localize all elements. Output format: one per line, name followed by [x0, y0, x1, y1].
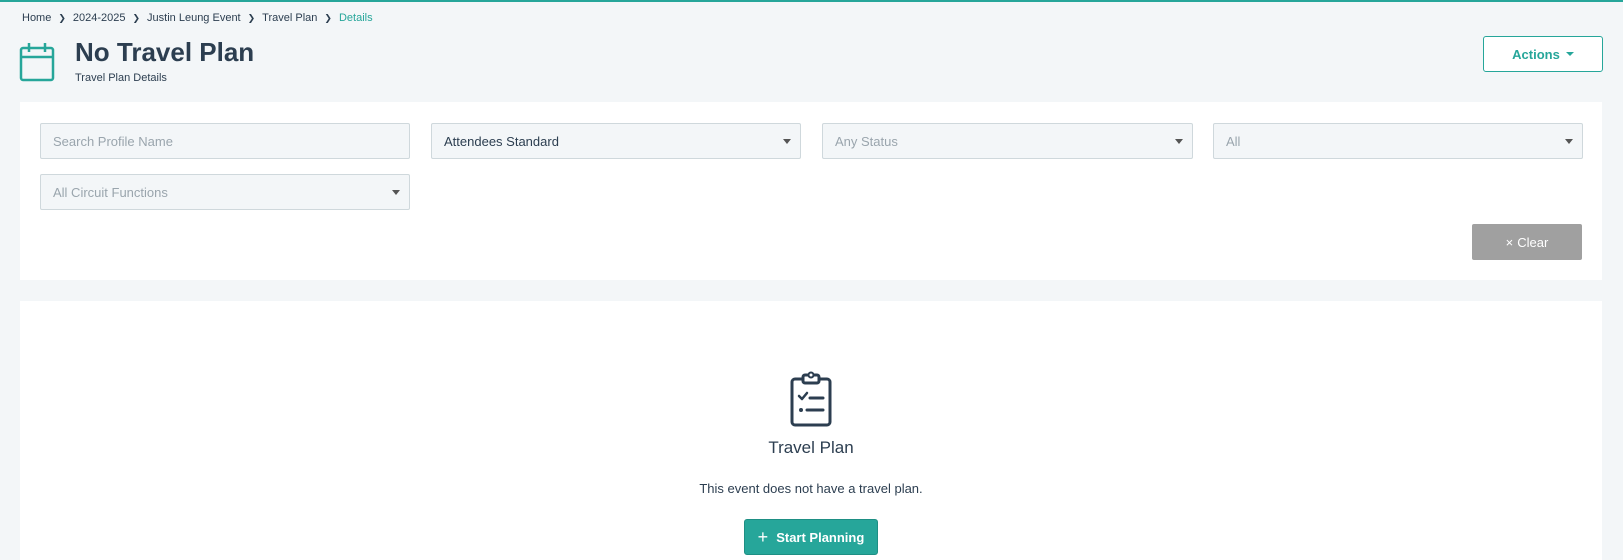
- scope-select[interactable]: All: [1213, 123, 1583, 159]
- start-planning-button[interactable]: + Start Planning: [744, 519, 878, 555]
- close-icon: ×: [1505, 234, 1514, 250]
- breadcrumb: Home ❯ 2024-2025 ❯ Justin Leung Event ❯ …: [22, 12, 373, 24]
- empty-state-title: Travel Plan: [768, 438, 854, 457]
- attendee-type-select[interactable]: Attendees Standard: [431, 123, 801, 159]
- breadcrumb-travel-plan[interactable]: Travel Plan: [262, 12, 317, 24]
- empty-state-message: This event does not have a travel plan.: [699, 481, 923, 496]
- breadcrumb-season[interactable]: 2024-2025: [73, 12, 126, 24]
- search-profile-input[interactable]: Search Profile Name: [40, 123, 410, 159]
- caret-down-icon: [1565, 52, 1574, 56]
- page-title: No Travel Plan: [75, 37, 255, 67]
- breadcrumb-home[interactable]: Home: [22, 12, 51, 24]
- plus-icon: +: [757, 527, 769, 547]
- clear-button[interactable]: × Clear: [1472, 224, 1582, 260]
- start-planning-label: Start Planning: [776, 529, 865, 545]
- status-value: Any Status: [835, 133, 898, 149]
- circuit-functions-value: All Circuit Functions: [53, 184, 168, 200]
- calendar-icon: [19, 43, 55, 82]
- dropdown-arrow-icon: [392, 190, 400, 195]
- clear-label: Clear: [1517, 234, 1549, 250]
- dropdown-arrow-icon: [783, 139, 791, 144]
- circuit-functions-select[interactable]: All Circuit Functions: [40, 174, 410, 210]
- breadcrumb-event[interactable]: Justin Leung Event: [147, 12, 241, 24]
- filter-panel: Search Profile Name Attendees Standard A…: [20, 102, 1602, 280]
- actions-label: Actions: [1512, 46, 1560, 62]
- chevron-right-icon: ❯: [324, 12, 332, 23]
- dropdown-arrow-icon: [1175, 139, 1183, 144]
- status-select[interactable]: Any Status: [822, 123, 1193, 159]
- chevron-right-icon: ❯: [247, 12, 256, 23]
- clipboard-checklist-icon: [790, 371, 832, 427]
- scope-value: All: [1226, 133, 1241, 149]
- chevron-right-icon: ❯: [58, 12, 66, 23]
- actions-button[interactable]: Actions: [1483, 36, 1603, 72]
- chevron-right-icon: ❯: [132, 12, 141, 23]
- search-placeholder: Search Profile Name: [53, 133, 173, 149]
- empty-state-panel: Travel Plan This event does not have a t…: [20, 301, 1602, 560]
- attendee-type-value: Attendees Standard: [444, 133, 559, 149]
- dropdown-arrow-icon: [1565, 139, 1573, 144]
- page-subtitle: Travel Plan Details: [75, 72, 167, 84]
- breadcrumb-current: Details: [338, 12, 373, 24]
